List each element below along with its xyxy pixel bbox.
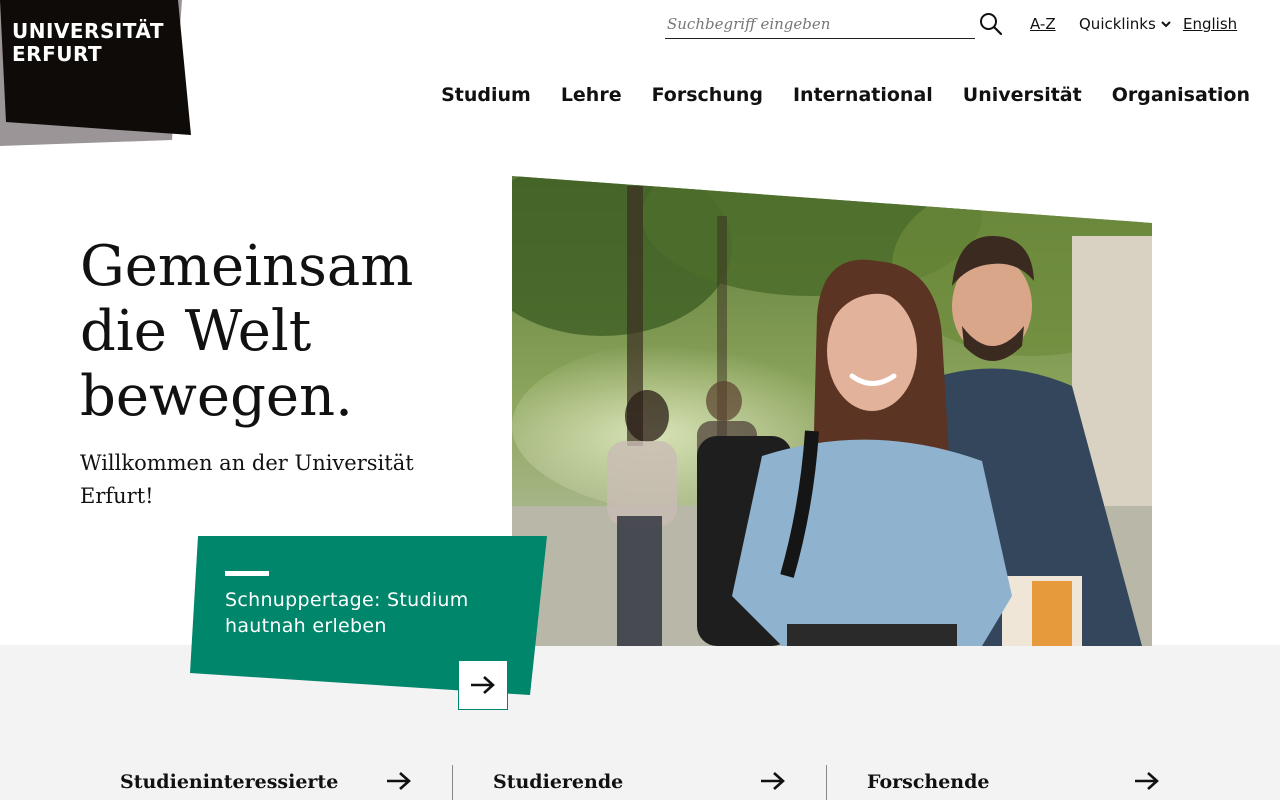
teaser-accent-bar: [225, 571, 269, 576]
audience-link-studierende[interactable]: Studierende: [493, 765, 786, 800]
audience-link-studieninteressierte[interactable]: Studieninteressierte: [120, 765, 412, 800]
audience-link-forschende[interactable]: Forschende: [867, 765, 1160, 800]
nav-item-studium[interactable]: Studium: [441, 84, 531, 106]
logo-line-2: ERFURT: [12, 42, 103, 66]
search-icon: [980, 13, 1003, 36]
hero-photo: [512, 176, 1152, 646]
nav-item-international[interactable]: International: [793, 84, 933, 106]
quicklinks-dropdown[interactable]: Quicklinks: [1079, 15, 1172, 33]
audience-label: Forschende: [867, 771, 990, 793]
hero-title-line: Gemeinsam: [80, 234, 414, 299]
az-link[interactable]: A-Z: [1030, 15, 1056, 33]
arrow-right-icon: [761, 772, 785, 790]
teaser-text-line: Schnuppertage: Studium: [225, 589, 469, 611]
nav-item-organisation[interactable]: Organisation: [1112, 84, 1250, 106]
hero-title-line: bewegen.: [80, 364, 353, 429]
audience-divider: [826, 765, 827, 800]
main-navigation: Studium Lehre Forschung International Un…: [441, 84, 1250, 106]
teaser-text: Schnuppertage: Studium hautnah erleben: [225, 587, 515, 639]
search-input[interactable]: [665, 10, 975, 39]
english-language-link[interactable]: English: [1183, 15, 1237, 33]
hero-title: Gemeinsam die Welt bewegen.: [80, 234, 500, 429]
hero-subtitle-line: Willkommen an der Universität: [80, 451, 414, 475]
logo-line-1: UNIVERSITÄT: [12, 19, 164, 43]
audience-label: Studierende: [493, 771, 624, 793]
teaser-card[interactable]: Schnuppertage: Studium hautnah erleben: [190, 536, 548, 710]
hero-subtitle: Willkommen an der Universität Erfurt!: [80, 447, 460, 513]
hero-subtitle-line: Erfurt!: [80, 484, 154, 508]
nav-item-lehre[interactable]: Lehre: [561, 84, 622, 106]
chevron-down-icon: [1161, 21, 1171, 28]
arrow-right-icon: [471, 676, 495, 694]
university-logo[interactable]: UNIVERSITÄT ERFURT: [0, 0, 200, 150]
nav-item-universitaet[interactable]: Universität: [963, 84, 1082, 106]
arrow-right-icon: [1135, 772, 1159, 790]
search-button[interactable]: [979, 12, 1003, 36]
audience-label: Studieninteressierte: [120, 771, 339, 793]
logo-text: UNIVERSITÄT ERFURT: [12, 20, 164, 66]
teaser-text-line: hautnah erleben: [225, 615, 387, 637]
audience-divider: [452, 765, 453, 800]
arrow-right-icon: [387, 772, 411, 790]
teaser-arrow-button[interactable]: [458, 660, 508, 710]
hero-title-line: die Welt: [80, 299, 312, 364]
quicklinks-label: Quicklinks: [1079, 15, 1156, 33]
nav-item-forschung[interactable]: Forschung: [652, 84, 763, 106]
